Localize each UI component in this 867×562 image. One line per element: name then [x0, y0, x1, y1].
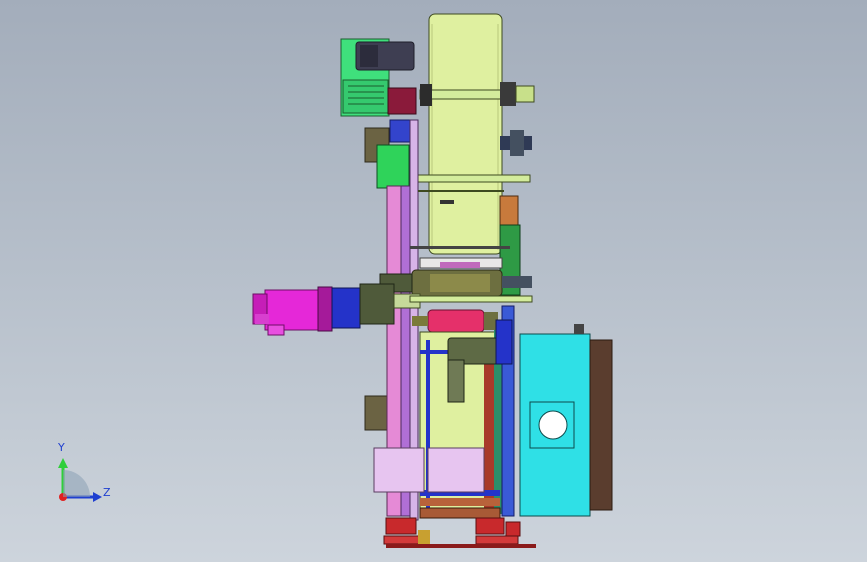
- green-junction-box: [376, 144, 410, 189]
- cad-viewport[interactable]: Y Z: [0, 0, 867, 562]
- z-axis-label: Z: [103, 486, 111, 499]
- coordinate-triad: [58, 458, 102, 502]
- lavender-panel: [373, 447, 425, 493]
- feet: [383, 517, 536, 548]
- lavender-panel-right: [427, 447, 485, 493]
- label-drum: [428, 13, 503, 255]
- machine-side-view: [58, 13, 613, 548]
- top-control-unit: [340, 38, 417, 143]
- pressure-roller: [412, 309, 498, 333]
- cross-beam: [409, 295, 533, 303]
- brown-side-panel: [589, 339, 613, 511]
- y-axis-label: Y: [58, 441, 65, 454]
- cyan-enclosure: [519, 324, 591, 517]
